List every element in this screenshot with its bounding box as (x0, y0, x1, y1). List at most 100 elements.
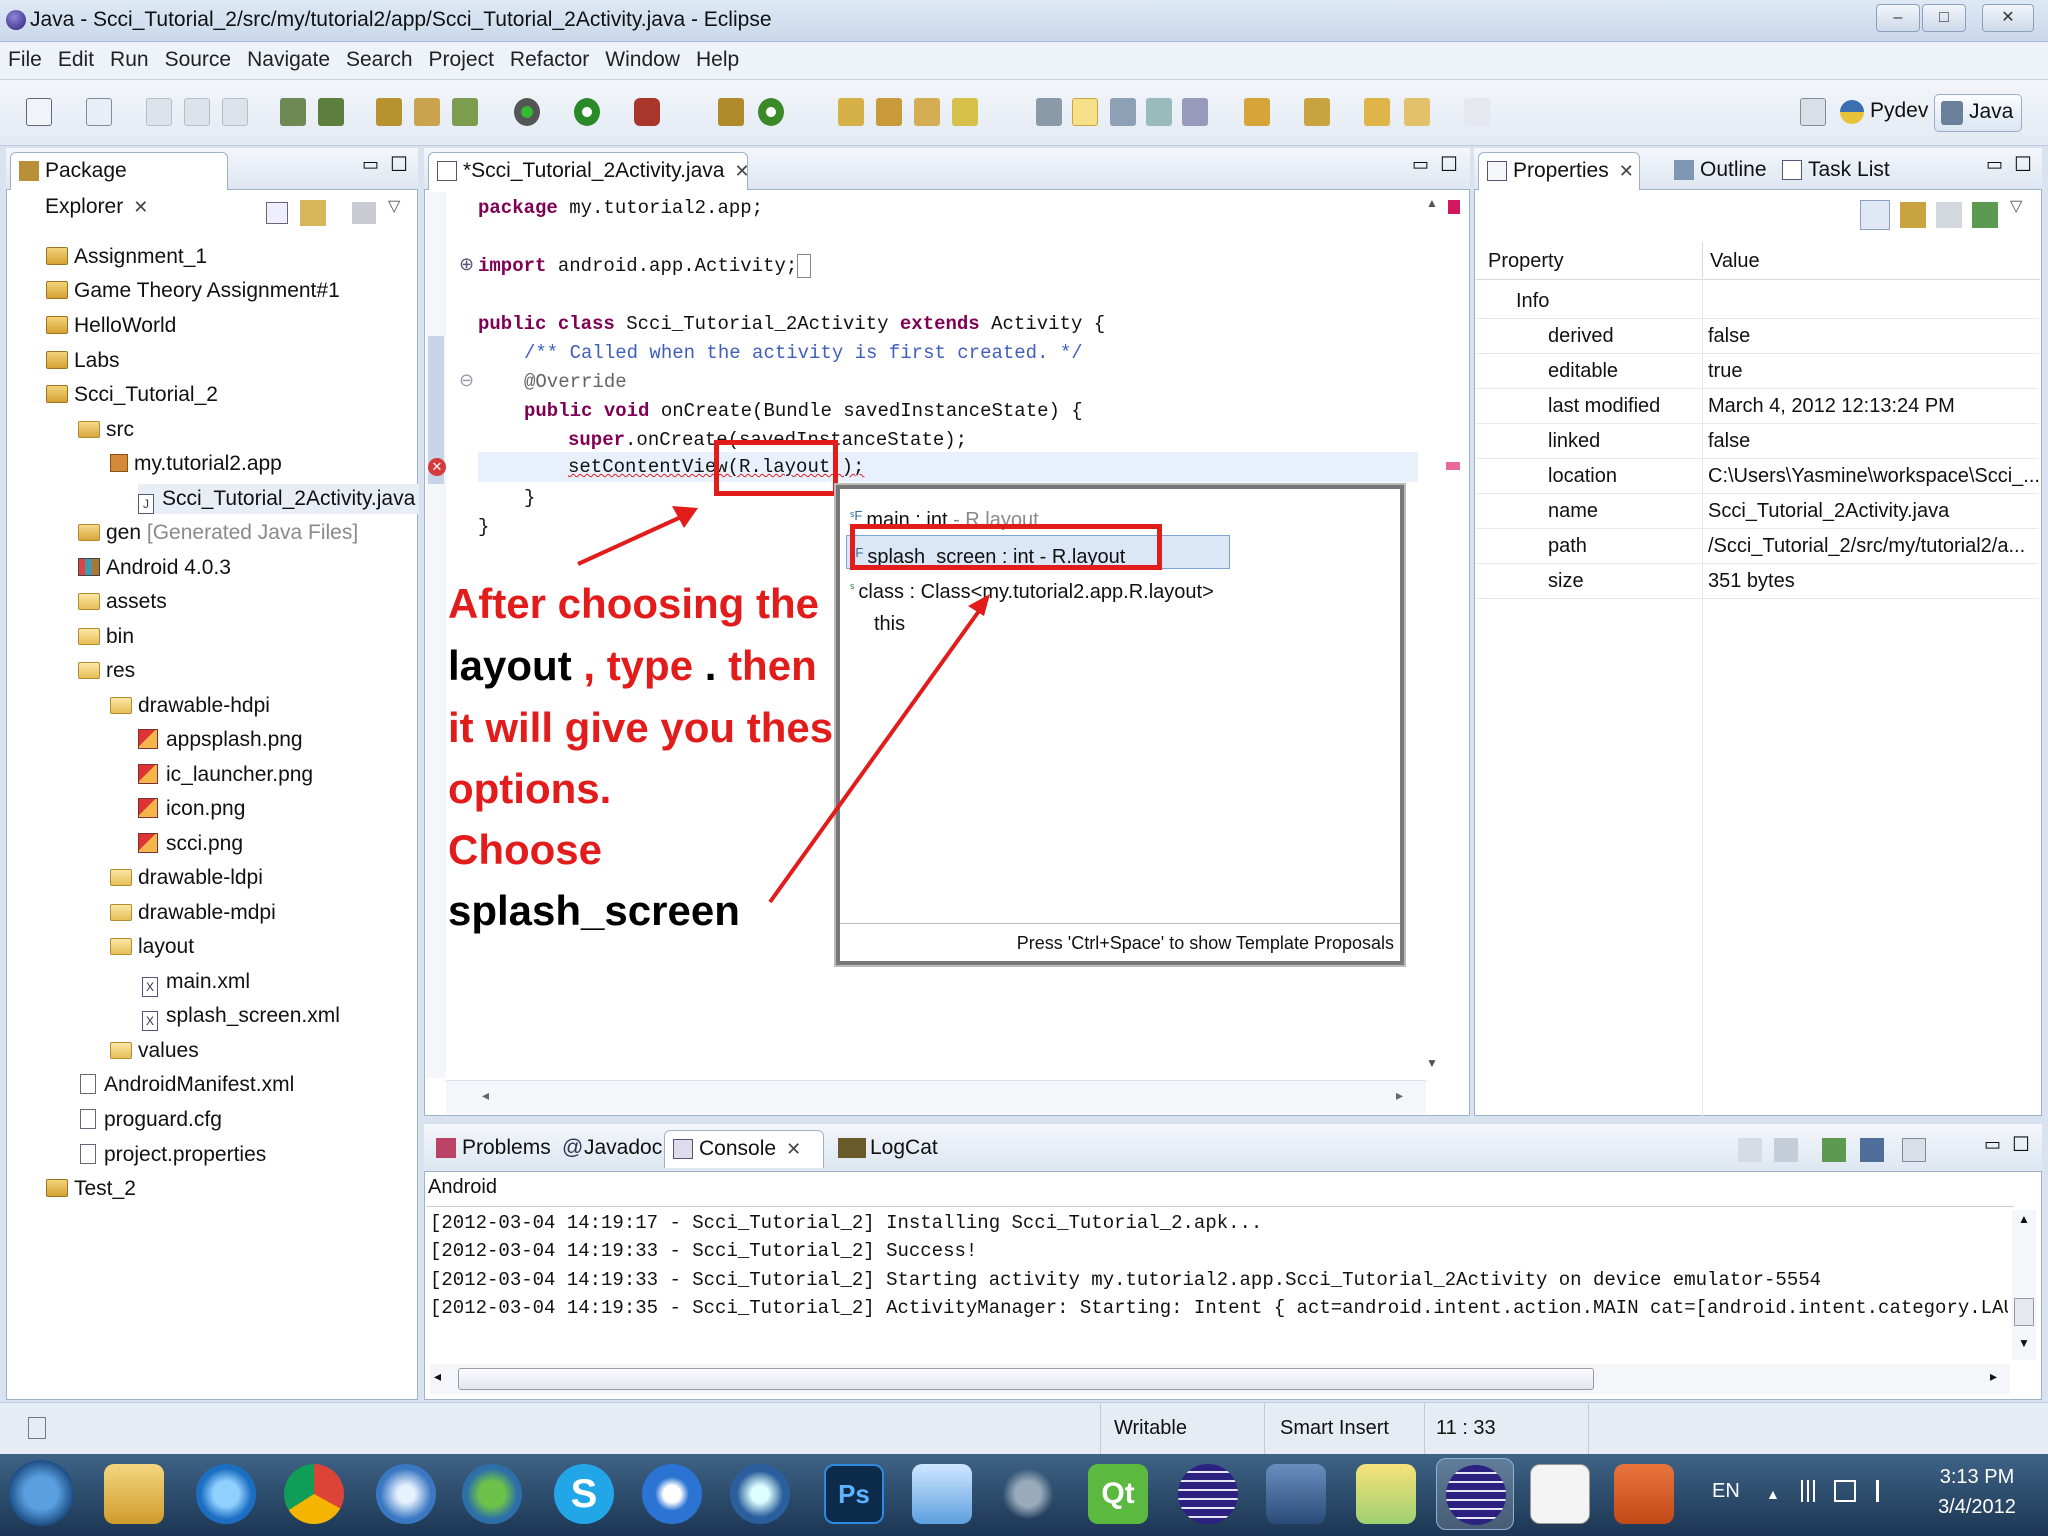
property-row[interactable]: last modified March 4, 2012 12:13:24 PM (1476, 389, 2038, 424)
tab-logcat[interactable]: LogCat (830, 1130, 950, 1168)
outline-icon (1674, 160, 1694, 180)
eclipse-icon (1446, 1465, 1506, 1525)
tab-task-list[interactable]: Task List (1774, 152, 1894, 190)
tab-console[interactable]: Console ✕ (664, 1130, 824, 1168)
skype-icon[interactable]: S (554, 1464, 614, 1524)
tab-problems[interactable]: Problems (428, 1130, 551, 1168)
minimize-view-icon[interactable]: ▭ (1986, 154, 2003, 175)
display-console-icon[interactable] (1860, 1138, 1884, 1162)
tab-label: Console (699, 1137, 777, 1160)
status-cursor-position: 11 : 33 (1436, 1417, 1496, 1439)
scroll-right-icon[interactable]: ▸ (1990, 1368, 1997, 1385)
property-row[interactable]: location C:\Users\Yasmine\workspace\Scci_… (1476, 459, 2040, 494)
property-value: 351 bytes (1708, 570, 1795, 592)
tab-label: Task List (1808, 158, 1890, 181)
console-line: [2012-03-04 14:19:33 - Scci_Tutorial_2] … (430, 1240, 978, 1262)
group-label: Info (1516, 290, 1550, 312)
property-key: path (1548, 535, 1587, 557)
property-row[interactable]: linked false (1476, 424, 2038, 459)
scroll-lock-icon[interactable] (1774, 1138, 1798, 1162)
property-row[interactable]: editable true (1476, 354, 2038, 389)
messenger-icon[interactable] (462, 1464, 522, 1524)
document-app-icon[interactable] (1530, 1464, 1590, 1524)
tab-outline[interactable]: Outline (1666, 152, 1767, 190)
chrome-icon[interactable] (284, 1464, 344, 1524)
scroll-down-icon[interactable]: ▼ (2018, 1336, 2030, 1350)
scroll-up-icon[interactable]: ▲ (2018, 1212, 2030, 1226)
tab-label: LogCat (870, 1136, 938, 1159)
console-hscrollbar[interactable]: ◂ ▸ (430, 1364, 2010, 1394)
explorer-icon[interactable] (104, 1464, 164, 1524)
status-divider (1264, 1403, 1265, 1455)
show-hidden-icons[interactable]: ▲ (1766, 1486, 1780, 1502)
console-vscrollbar[interactable]: ▲ ▼ (2012, 1210, 2036, 1360)
photoshop-icon[interactable]: Ps (824, 1464, 884, 1524)
tab-label: Problems (462, 1136, 551, 1159)
status-insert-mode: Smart Insert (1280, 1417, 1389, 1439)
column-header-value: Value (1710, 250, 1760, 272)
property-key: location (1548, 465, 1617, 487)
scroll-left-icon[interactable]: ◂ (434, 1368, 441, 1385)
picture-viewer-icon[interactable] (912, 1464, 972, 1524)
pin-icon[interactable] (1972, 202, 1998, 228)
minimize-view-icon[interactable]: ▭ (1984, 1134, 2001, 1155)
pin-console-icon[interactable] (1822, 1138, 1846, 1162)
property-row[interactable]: path/Scci_Tutorial_2/src/my/tutorial2/a.… (1476, 529, 2038, 564)
property-value: /Scci_Tutorial_2/src/my/tutorial2/a... (1708, 535, 2026, 557)
property-key: last modified (1548, 395, 1661, 417)
scroll-thumb[interactable] (2014, 1298, 2034, 1326)
tab-javadoc[interactable]: @ Javadoc (554, 1130, 666, 1168)
column-divider (1702, 242, 1703, 278)
qt-creator-icon[interactable]: Qt (1088, 1464, 1148, 1524)
powerpoint-icon[interactable] (1614, 1464, 1674, 1524)
status-divider (1588, 1403, 1589, 1455)
arrow-to-code (577, 510, 693, 566)
console-line: [2012-03-04 14:19:33 - Scci_Tutorial_2] … (430, 1269, 1822, 1291)
maximize-view-icon[interactable]: ☐ (2012, 1132, 2030, 1157)
clock-date[interactable]: 3/4/2012 (1932, 1496, 2022, 1519)
clock-time[interactable]: 3:13 PM (1932, 1466, 2022, 1489)
status-divider (1100, 1403, 1101, 1455)
property-key: derived (1548, 325, 1614, 347)
status-writable: Writable (1114, 1417, 1187, 1439)
castle-app-icon[interactable] (1266, 1464, 1326, 1524)
property-key: name (1548, 500, 1599, 522)
arrow-to-splash-screen (768, 602, 986, 904)
eclipse-active-window[interactable] (1436, 1458, 1514, 1530)
property-row[interactable]: name Scci_Tutorial_2Activity.java (1476, 494, 2038, 529)
flag-icon[interactable] (1876, 1480, 1896, 1502)
clock-app-icon[interactable] (730, 1464, 790, 1524)
tab-properties[interactable]: Properties ✕ (1478, 152, 1640, 190)
chevron-down-icon[interactable]: ▽ (2010, 196, 2022, 216)
scroll-thumb[interactable] (458, 1368, 1594, 1390)
clear-console-icon[interactable] (1738, 1138, 1762, 1162)
infinity-app-icon[interactable] (998, 1464, 1058, 1524)
network-icon[interactable] (1796, 1480, 1820, 1502)
safari-icon[interactable] (376, 1464, 436, 1524)
arrow-head (968, 594, 990, 616)
show-advanced-icon[interactable] (1900, 202, 1926, 228)
sticky-notes-icon[interactable] (1356, 1464, 1416, 1524)
start-button-icon[interactable] (8, 1460, 74, 1526)
maximize-view-icon[interactable]: ☐ (2014, 152, 2032, 177)
console-title: Android (428, 1176, 497, 1198)
at-icon: @ (562, 1136, 584, 1159)
property-value: March 4, 2012 12:13:24 PM (1708, 395, 1955, 417)
property-group[interactable]: Info (1476, 284, 2038, 319)
open-console-icon[interactable] (1902, 1138, 1926, 1162)
close-icon[interactable]: ✕ (786, 1139, 801, 1159)
property-value: true (1708, 360, 1743, 382)
properties-header: Property Value (1476, 242, 2040, 280)
fast-view-icon[interactable] (28, 1417, 46, 1439)
power-icon[interactable] (1834, 1480, 1856, 1502)
close-icon[interactable]: ✕ (1619, 161, 1634, 181)
language-indicator[interactable]: EN (1712, 1480, 1740, 1503)
property-row[interactable]: derived false (1476, 319, 2038, 354)
eclipse-taskbar-icon[interactable] (1178, 1464, 1238, 1524)
property-row[interactable]: size 351 bytes (1476, 564, 2038, 599)
logcat-icon (838, 1138, 866, 1158)
show-categories-icon[interactable] (1860, 200, 1890, 230)
itunes-icon[interactable] (642, 1464, 702, 1524)
restore-default-icon[interactable] (1936, 202, 1962, 228)
internet-explorer-icon[interactable] (196, 1464, 256, 1524)
